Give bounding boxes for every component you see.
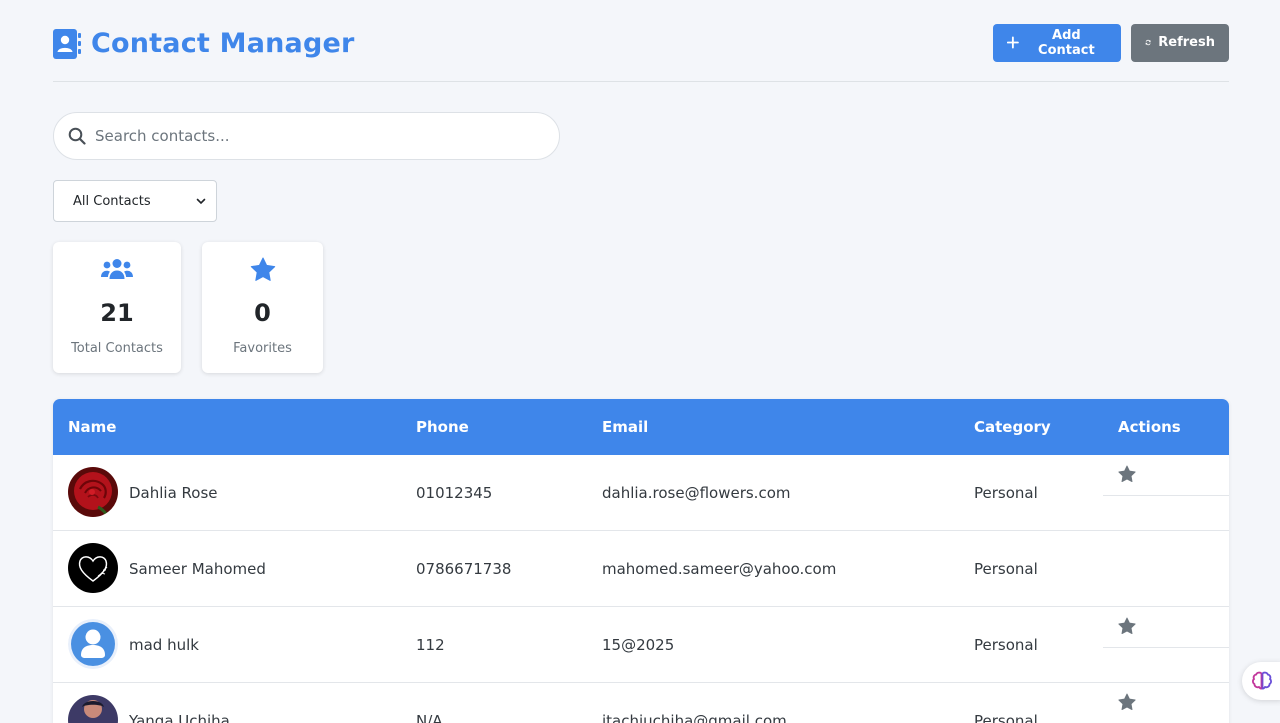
- contact-email: itachiuchiha@gmail.com: [602, 712, 787, 723]
- address-book-icon: [53, 28, 81, 59]
- contact-name: mad hulk: [129, 636, 199, 654]
- contact-email: dahlia.rose@flowers.com: [602, 484, 791, 502]
- total-contacts-count: 21: [100, 299, 134, 327]
- column-header-email[interactable]: Email: [602, 418, 648, 436]
- add-contact-label: Add Contact: [1038, 27, 1095, 58]
- app-container: Contact Manager Add Contact Refresh Sear…: [53, 0, 1229, 723]
- actions-cell: [1103, 683, 1229, 723]
- contact-phone: 01012345: [416, 484, 493, 502]
- refresh-icon: [1145, 39, 1151, 46]
- favorites-count: 0: [254, 299, 271, 327]
- chevron-down-icon: [196, 198, 206, 205]
- contact-category: Personal: [974, 712, 1038, 723]
- avatar: [68, 543, 118, 593]
- favorite-star-icon[interactable]: [1118, 465, 1136, 483]
- actions-cell: [1103, 607, 1229, 648]
- table-header: Name Phone Email Category Actions: [53, 399, 1229, 455]
- table-row[interactable]: mad hulk 112 15@2025 Personal: [53, 607, 1229, 683]
- table-row[interactable]: Sameer Mahomed 0786671738 mahomed.sameer…: [53, 455, 1229, 607]
- actions-cell: [1103, 455, 1229, 496]
- total-contacts-label: Total Contacts: [71, 341, 163, 356]
- contact-category: Personal: [974, 560, 1038, 578]
- favorites-label: Favorites: [233, 341, 292, 356]
- column-header-category[interactable]: Category: [974, 418, 1051, 436]
- assistant-widget-button[interactable]: [1242, 662, 1280, 700]
- refresh-button[interactable]: Refresh: [1131, 23, 1229, 62]
- avatar: [68, 619, 118, 669]
- contact-name: Yanga Uchiha: [129, 712, 230, 723]
- contact-email: 15@2025: [602, 636, 675, 654]
- contact-phone: N/A: [416, 712, 443, 723]
- table-row[interactable]: Yanga Uchiha N/A itachiuchiha@gmail.com …: [53, 683, 1229, 723]
- favorite-star-icon[interactable]: [1118, 693, 1136, 711]
- category-filter-select[interactable]: All Contacts: [53, 180, 217, 222]
- stat-card-total: 21 Total Contacts: [53, 242, 181, 373]
- contact-phone: 0786671738: [416, 560, 512, 578]
- column-header-name[interactable]: Name: [68, 418, 116, 436]
- brain-icon: [1252, 671, 1272, 690]
- contact-category: Personal: [974, 484, 1038, 502]
- avatar: [68, 695, 118, 723]
- search-box: [53, 112, 560, 160]
- filter-selected-value: All Contacts: [73, 193, 151, 209]
- contact-category: Personal: [974, 636, 1038, 654]
- refresh-label: Refresh: [1158, 35, 1215, 50]
- contact-name: Sameer Mahomed: [129, 560, 266, 578]
- column-header-phone[interactable]: Phone: [416, 418, 469, 436]
- table-row[interactable]: Dahlia Rose 01012345 dahlia.rose@flowers…: [53, 455, 1229, 531]
- header-actions: Add Contact Refresh: [993, 23, 1229, 62]
- avatar: [68, 467, 118, 517]
- column-header-actions: Actions: [1118, 418, 1181, 436]
- brand: Contact Manager: [53, 28, 355, 59]
- star-icon: [250, 256, 276, 282]
- page-header: Contact Manager Add Contact Refresh: [53, 0, 1229, 82]
- search-input[interactable]: [95, 127, 515, 145]
- page-title: Contact Manager: [91, 28, 355, 59]
- contacts-table: Name Phone Email Category Actions Dahlia…: [53, 399, 1229, 723]
- plus-icon: [1007, 36, 1019, 49]
- users-icon: [101, 256, 133, 282]
- stat-card-favorites: 0 Favorites: [202, 242, 323, 373]
- search-icon: [68, 127, 86, 145]
- contact-name: Dahlia Rose: [129, 484, 218, 502]
- favorite-star-icon[interactable]: [1118, 617, 1136, 635]
- contact-email: mahomed.sameer@yahoo.com: [602, 560, 837, 578]
- add-contact-button[interactable]: Add Contact: [993, 23, 1121, 62]
- contact-phone: 112: [416, 636, 445, 654]
